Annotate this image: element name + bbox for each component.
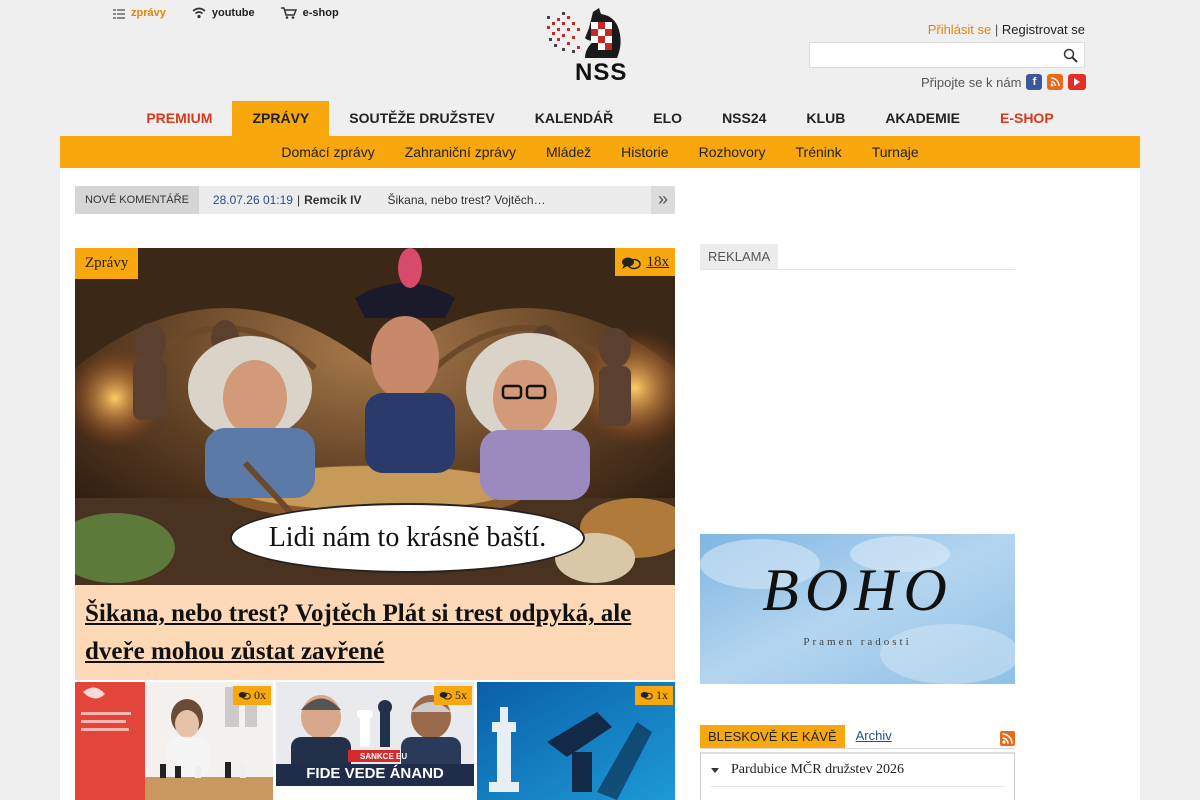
nav-kalendar[interactable]: KALENDÁŘ — [515, 101, 634, 136]
ad-banner-title: BOHO — [762, 557, 953, 623]
main-nav: PREMIUM ZPRÁVY SOUTĚŽE DRUŽSTEV KALENDÁŘ… — [60, 101, 1140, 136]
thumb-2-banner-top: SANKCE EU — [360, 752, 408, 761]
knight-logo-icon — [547, 8, 621, 58]
login-link[interactable]: Přihlásit se — [928, 22, 992, 37]
hero-comment-count-value: 18x — [646, 254, 670, 270]
top-link-eshop[interactable]: e-shop — [280, 7, 339, 19]
search-input[interactable] — [810, 43, 1050, 67]
top-link-news-label: zprávy — [131, 7, 166, 19]
top-link-news[interactable]: zprávy — [113, 7, 166, 19]
subnav-domaci[interactable]: Domácí zprávy — [266, 136, 389, 168]
thumb-1-comment-count[interactable]: 0x — [233, 686, 271, 705]
list-item[interactable]: Pardubice MČR družstev 2026 — [711, 762, 1004, 787]
connect-label: Připojte se k nám — [921, 74, 1022, 90]
cart-icon — [280, 7, 297, 19]
thumb-2-comment-count[interactable]: 5x — [434, 686, 472, 705]
comments-icon — [621, 257, 641, 269]
nav-souteze[interactable]: SOUTĚŽE DRUŽSTEV — [329, 101, 514, 136]
ticker-date[interactable]: 28.07.26 01:19 — [213, 193, 293, 207]
article-thumb-3[interactable]: 1x — [477, 682, 675, 800]
auth-separator: | — [994, 22, 999, 37]
site-logo[interactable]: NSS — [545, 8, 627, 88]
rss-icon[interactable] — [1000, 731, 1015, 746]
hero-category-tag[interactable]: Zprávy — [75, 248, 139, 279]
ad-banner-subtitle: Pramen radosti — [803, 636, 912, 648]
tab-archiv[interactable]: Archiv — [856, 728, 892, 748]
subnav-mladez[interactable]: Mládež — [531, 136, 606, 168]
list-item-label: Pardubice MČR družstev 2026 — [731, 762, 905, 777]
article-thumb-2[interactable]: SANKCE EU FIDE VEDE ÁNAND 5x — [276, 682, 474, 800]
quick-news-tabs: BLESKOVĚ KE KÁVĚ Archiv — [700, 725, 1015, 749]
search-box — [809, 42, 1085, 68]
auth-links: Přihlásit se | Registrovat se — [928, 22, 1085, 37]
ad-label: REKLAMA — [700, 244, 779, 269]
thumb-3-comment-count[interactable]: 1x — [635, 686, 673, 705]
nav-eshop[interactable]: E-SHOP — [980, 101, 1074, 136]
comments-ticker: NOVÉ KOMENTÁŘE 28.07.26 01:19 | Remcik I… — [75, 186, 675, 214]
hero-speech-bubble: Lidi nám to krásně baští. — [230, 503, 585, 573]
thumb-3-comment-value: 1x — [656, 688, 668, 702]
quick-news-list: Pardubice MČR družstev 2026 — [700, 752, 1015, 800]
hero-comment-count[interactable]: 18x — [614, 248, 675, 276]
top-link-youtube-label: youtube — [211, 7, 255, 19]
facebook-icon[interactable]: f — [1026, 74, 1043, 90]
nav-elo[interactable]: ELO — [633, 101, 702, 136]
ticker-next-button[interactable]: » — [651, 186, 675, 214]
quick-news-box: BLESKOVĚ KE KÁVĚ Archiv Pardubice MČR dr… — [700, 725, 1015, 800]
top-links: zprávy youtube e-shop — [113, 7, 365, 19]
news-list-icon — [113, 8, 125, 19]
hero-article-image[interactable]: Zprávy 18x Lidi nám to krásně baští. — [75, 248, 675, 585]
ticker-label: NOVÉ KOMENTÁŘE — [75, 186, 199, 214]
nav-premium[interactable]: PREMIUM — [126, 101, 232, 136]
subnav-trenink[interactable]: Trénink — [781, 136, 857, 168]
hero-headline-box: Šikana, nebo trest? Vojtěch Plát si tres… — [75, 585, 675, 680]
top-link-youtube[interactable]: youtube — [192, 7, 255, 19]
hero-headline-link[interactable]: Šikana, nebo trest? Vojtěch Plát si tres… — [85, 600, 631, 665]
subnav-zahranicni[interactable]: Zahraniční zprávy — [390, 136, 531, 168]
wifi-icon — [192, 7, 206, 19]
nav-zpravy[interactable]: ZPRÁVY — [232, 101, 330, 136]
comments-icon — [439, 691, 452, 700]
subnav-rozhovory[interactable]: Rozhovory — [684, 136, 781, 168]
tab-bleskove[interactable]: BLESKOVĚ KE KÁVĚ — [700, 725, 845, 748]
register-link[interactable]: Registrovat se — [1002, 22, 1085, 37]
expand-arrow-icon — [711, 767, 719, 773]
nav-nss24[interactable]: NSS24 — [702, 101, 786, 136]
sub-nav: Domácí zprávy Zahraniční zprávy Mládež H… — [60, 136, 1140, 168]
comments-icon — [640, 691, 653, 700]
ad-label-bar: REKLAMA — [700, 244, 1015, 270]
social-connect: Připojte se k nám f — [921, 74, 1087, 90]
youtube-icon[interactable] — [1068, 74, 1087, 90]
thumb-2-banner-main: FIDE VEDE ÁNAND — [306, 765, 444, 782]
search-icon[interactable] — [1063, 48, 1078, 63]
ad-banner[interactable]: BOHO Pramen radosti — [700, 534, 1015, 684]
top-link-eshop-label: e-shop — [302, 7, 339, 19]
nav-klub[interactable]: KLUB — [786, 101, 865, 136]
article-thumb-1[interactable]: 0x — [75, 682, 273, 800]
subnav-turnaje[interactable]: Turnaje — [857, 136, 934, 168]
ticker-separator: | — [296, 193, 301, 207]
comments-icon — [238, 691, 251, 700]
subnav-historie[interactable]: Historie — [606, 136, 683, 168]
nav-akademie[interactable]: AKADEMIE — [865, 101, 980, 136]
thumb-1-comment-value: 0x — [254, 688, 266, 702]
ticker-comment-text[interactable]: Šikana, nebo trest? Vojtěch… — [387, 193, 545, 207]
ticker-author: Remcik IV — [304, 193, 362, 207]
rss-icon[interactable] — [1047, 74, 1064, 90]
logo-text: NSS — [575, 59, 628, 86]
thumb-2-comment-value: 5x — [455, 688, 467, 702]
